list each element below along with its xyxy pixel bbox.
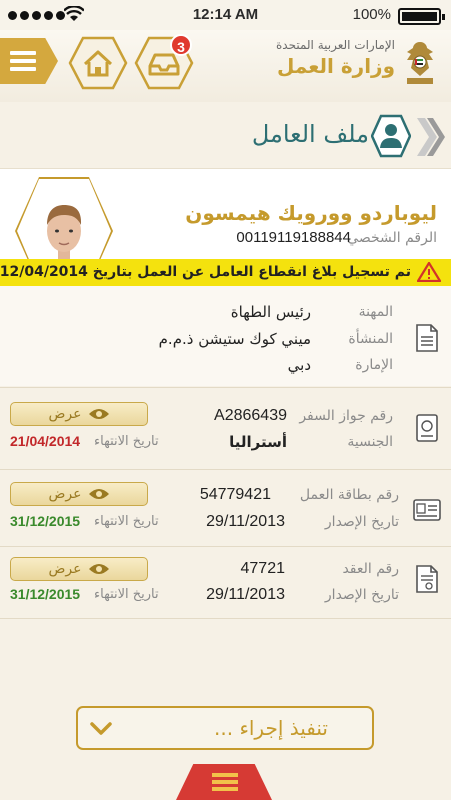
menu-icon (10, 51, 36, 75)
uae-emblem (407, 42, 433, 84)
nationality-label: الجنسية (347, 434, 393, 450)
inbox-count-badge: 3 (170, 34, 192, 56)
page-title: ملف العامل (251, 120, 369, 148)
contract-number-value: 47721 (240, 560, 286, 577)
absconding-alert: تم تسجيل بلاغ انقطاع العامل عن العمل بتا… (0, 259, 451, 286)
view-contract-label: عرض (48, 561, 82, 577)
battery-percent: 100% (352, 6, 391, 23)
back-chevron-icon[interactable] (413, 116, 445, 158)
work-card-issue-label: تاريخ الإصدار (324, 514, 399, 530)
emirate-label: الإمارة (355, 357, 393, 373)
establishment-label: المنشأة (348, 331, 393, 347)
warning-icon (417, 262, 441, 282)
work-card-issue-value: 29/11/2013 (206, 513, 285, 530)
eye-icon (88, 564, 109, 574)
work-card-number-label: رقم بطاقة العمل (299, 487, 399, 503)
ministry-country: الإمارات العربية المتحدة (276, 38, 395, 52)
chevron-down-icon (90, 722, 112, 735)
id-card-icon (413, 499, 441, 521)
menu-icon (212, 773, 238, 794)
nationality-value: أستراليا (229, 433, 287, 451)
worker-name: ليوباردو وورويك هيمسون (185, 201, 437, 225)
contract-icon (416, 565, 438, 593)
app-header: 3 الإمارات العربية المتحدة وزارة العمل (0, 30, 451, 102)
ministry-name: وزارة العمل (277, 54, 395, 78)
eye-icon (88, 489, 109, 499)
view-passport-button[interactable]: عرض (10, 402, 148, 426)
personal-id-label: الرقم الشخصي (347, 230, 437, 246)
contract-number-label: رقم العقد (342, 561, 399, 577)
personal-id-value: 00119119188844 (236, 229, 351, 246)
profession-label: المهنة (358, 304, 393, 320)
passport-expiry-label: تاريخ الانتهاء (94, 434, 159, 449)
page-title-row: ملف العامل (0, 112, 451, 162)
work-card-number-value: 54779421 (199, 486, 271, 503)
divider (0, 618, 451, 619)
passport-number-value: A2866439 (214, 407, 287, 424)
view-work-card-label: عرض (48, 486, 82, 502)
status-bar: 12:14 AM 100% (0, 0, 451, 30)
battery-icon (398, 8, 445, 25)
view-passport-label: عرض (48, 406, 82, 422)
view-contract-button[interactable]: عرض (10, 557, 148, 581)
passport-icon (416, 414, 438, 442)
passport-number-label: رقم جواز السفر (299, 408, 393, 424)
eye-icon (88, 409, 109, 419)
contract-section: رقم العقد 47721 تاريخ الإصدار 29/11/2013… (0, 547, 451, 623)
menu-button[interactable] (0, 38, 58, 84)
execute-action-label: تنفيذ إجراء ... (214, 716, 328, 740)
contract-expiry-value: 31/12/2015 (10, 586, 81, 602)
execute-action-dropdown[interactable]: تنفيذ إجراء ... (76, 706, 374, 750)
passport-section: رقم جواز السفر A2866439 الجنسية أستراليا… (0, 388, 451, 468)
bottom-menu-button[interactable] (176, 764, 272, 800)
establishment-value: ميني كوك ستيشن ذ.م.م (158, 330, 311, 348)
contract-expiry-label: تاريخ الانتهاء (94, 587, 159, 602)
home-icon (68, 36, 128, 90)
work-card-expiry-label: تاريخ الانتهاء (94, 514, 159, 529)
employment-section: المهنة رئيس الطهاة المنشأة ميني كوك ستيش… (0, 286, 451, 386)
emirate-value: دبي (287, 356, 311, 374)
view-work-card-button[interactable]: عرض (10, 482, 148, 506)
passport-expiry-value: 21/04/2014 (10, 433, 81, 449)
home-button[interactable] (68, 36, 128, 90)
ministry-title: الإمارات العربية المتحدة وزارة العمل (276, 38, 395, 78)
work-card-expiry-value: 31/12/2015 (10, 513, 81, 529)
worker-icon (371, 114, 411, 158)
contract-issue-value: 29/11/2013 (206, 586, 285, 603)
work-card-section: رقم بطاقة العمل 54779421 تاريخ الإصدار 2… (0, 470, 451, 546)
profession-value: رئيس الطهاة (230, 303, 311, 321)
contract-issue-label: تاريخ الإصدار (324, 587, 399, 603)
alert-text: تم تسجيل بلاغ انقطاع العامل عن العمل بتا… (0, 264, 411, 280)
document-icon (416, 324, 438, 352)
